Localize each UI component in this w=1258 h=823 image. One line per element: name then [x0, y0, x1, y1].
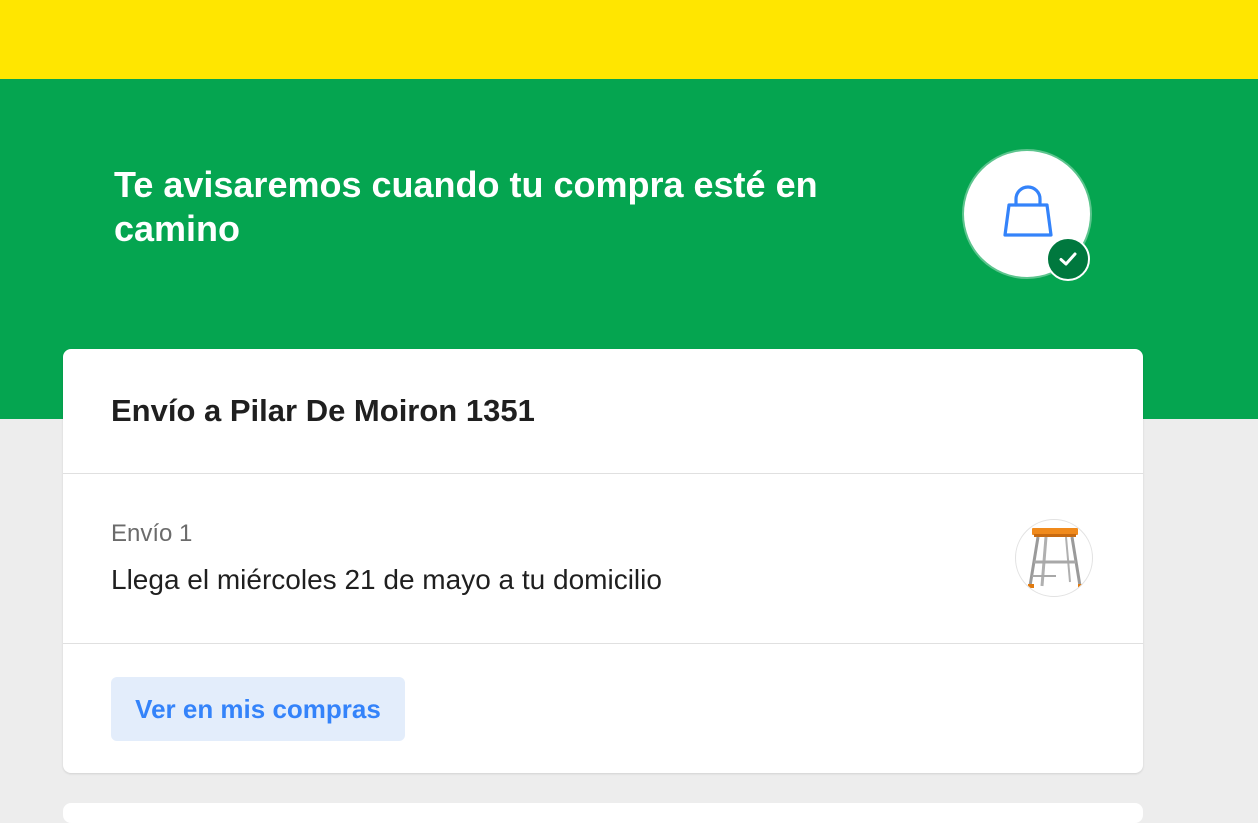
purchase-status-badge — [964, 151, 1090, 281]
top-header-bar — [0, 0, 1258, 79]
shipping-address-title: Envío a Pilar De Moiron 1351 — [111, 393, 535, 428]
shipping-card-header: Envío a Pilar De Moiron 1351 — [63, 349, 1143, 474]
shipment-label: Envío 1 — [111, 520, 193, 547]
product-thumbnail — [1015, 519, 1093, 597]
confirmation-message: Te avisaremos cuando tu compra esté en c… — [114, 164, 818, 249]
check-circle-icon — [1046, 237, 1090, 281]
next-card-edge — [63, 803, 1143, 823]
step-ladder-image — [1028, 528, 1084, 588]
shopping-bag-icon — [1003, 185, 1053, 237]
delivery-estimate: Llega el miércoles 21 de mayo a tu domic… — [111, 564, 662, 595]
shipping-card-footer: Ver en mis compras — [63, 644, 1143, 773]
shipping-card: Envío a Pilar De Moiron 1351 Envío 1 Lle… — [63, 349, 1143, 773]
view-in-my-purchases-button[interactable]: Ver en mis compras — [111, 677, 405, 741]
shipment-row: Envío 1 Llega el miércoles 21 de mayo a … — [63, 474, 1143, 644]
